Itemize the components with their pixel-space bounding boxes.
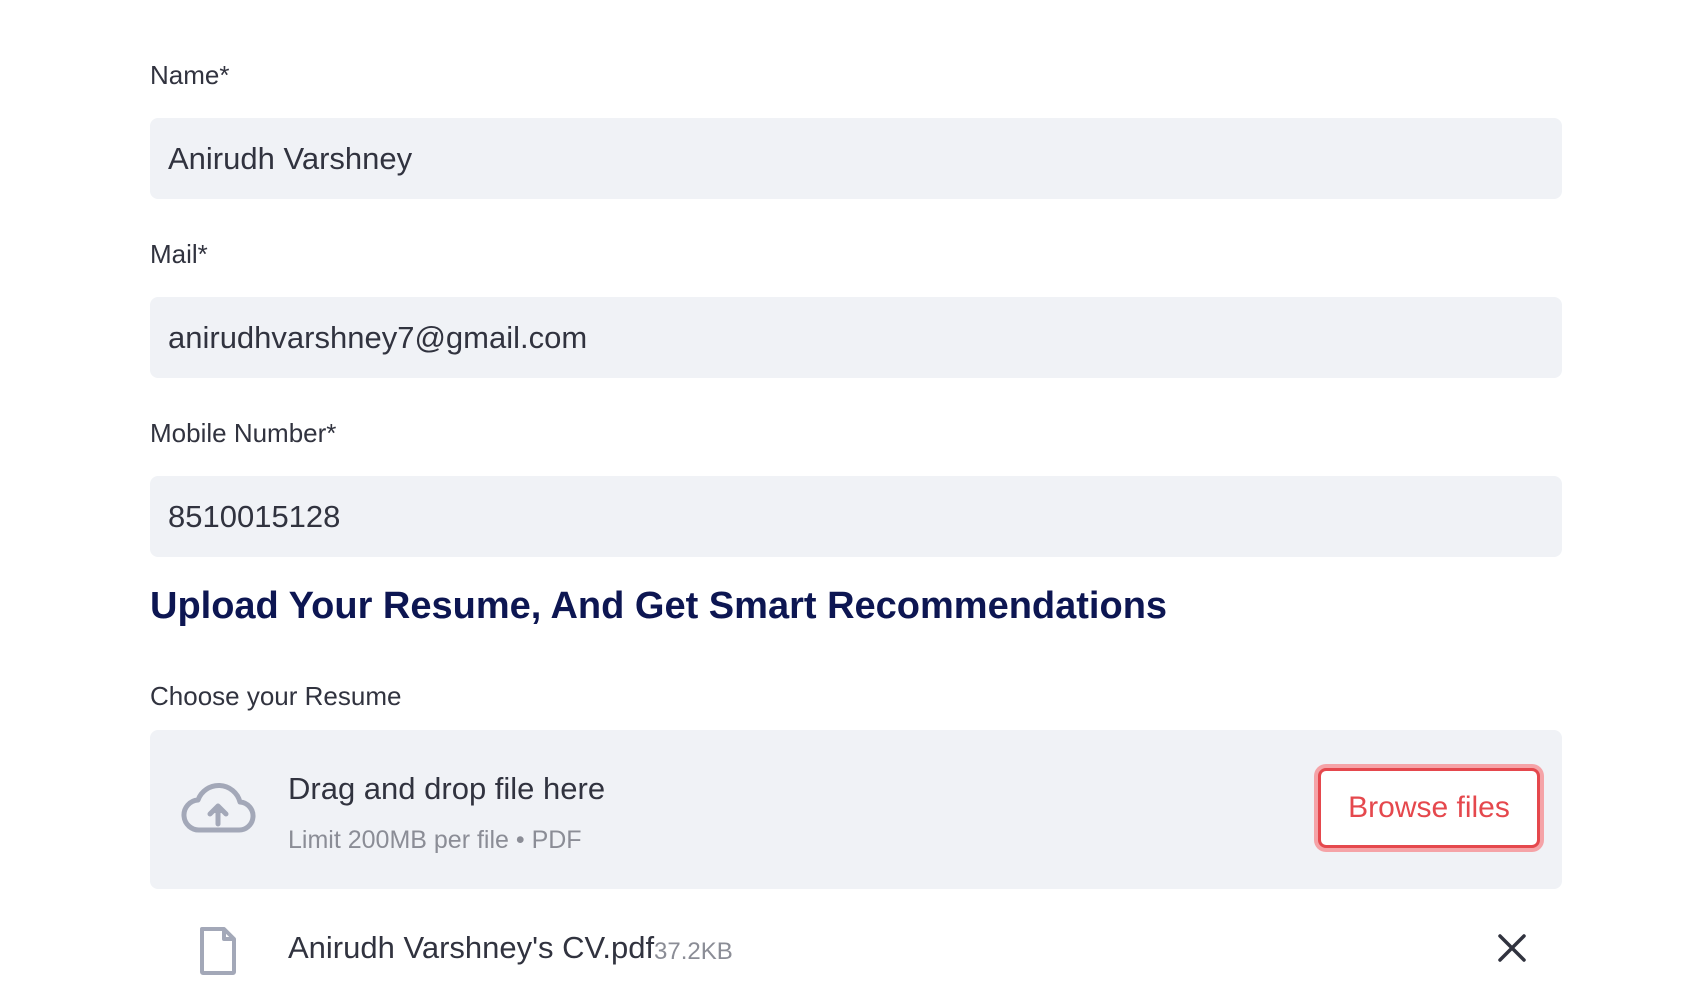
name-label: Name*: [150, 60, 230, 90]
browse-files-button[interactable]: Browse files: [1318, 768, 1540, 848]
uploaded-file-row: Anirudh Varshney's CV.pdf 37.2KB: [150, 920, 1562, 980]
dropzone-title: Drag and drop file here: [288, 771, 606, 806]
mobile-field-container: [150, 476, 1562, 557]
remove-file-button[interactable]: [1492, 928, 1532, 968]
name-input[interactable]: [168, 140, 1562, 177]
uploaded-file-name: Anirudh Varshney's CV.pdf: [288, 930, 655, 965]
name-field-container: [150, 118, 1562, 199]
close-icon: [1498, 934, 1526, 962]
mobile-input[interactable]: [168, 498, 1562, 535]
uploaded-file-size: 37.2KB: [654, 938, 733, 965]
mail-input[interactable]: [168, 319, 1562, 356]
mail-field-container: [150, 297, 1562, 378]
upload-heading: Upload Your Resume, And Get Smart Recomm…: [150, 585, 1168, 627]
cloud-upload-icon: [181, 782, 256, 833]
file-icon: [200, 927, 236, 975]
dropzone-hint: Limit 200MB per file • PDF: [288, 826, 582, 854]
mail-label: Mail*: [150, 239, 208, 269]
file-dropzone[interactable]: Drag and drop file here Limit 200MB per …: [150, 730, 1562, 889]
resume-label: Choose your Resume: [150, 681, 402, 711]
mobile-label: Mobile Number*: [150, 418, 337, 448]
